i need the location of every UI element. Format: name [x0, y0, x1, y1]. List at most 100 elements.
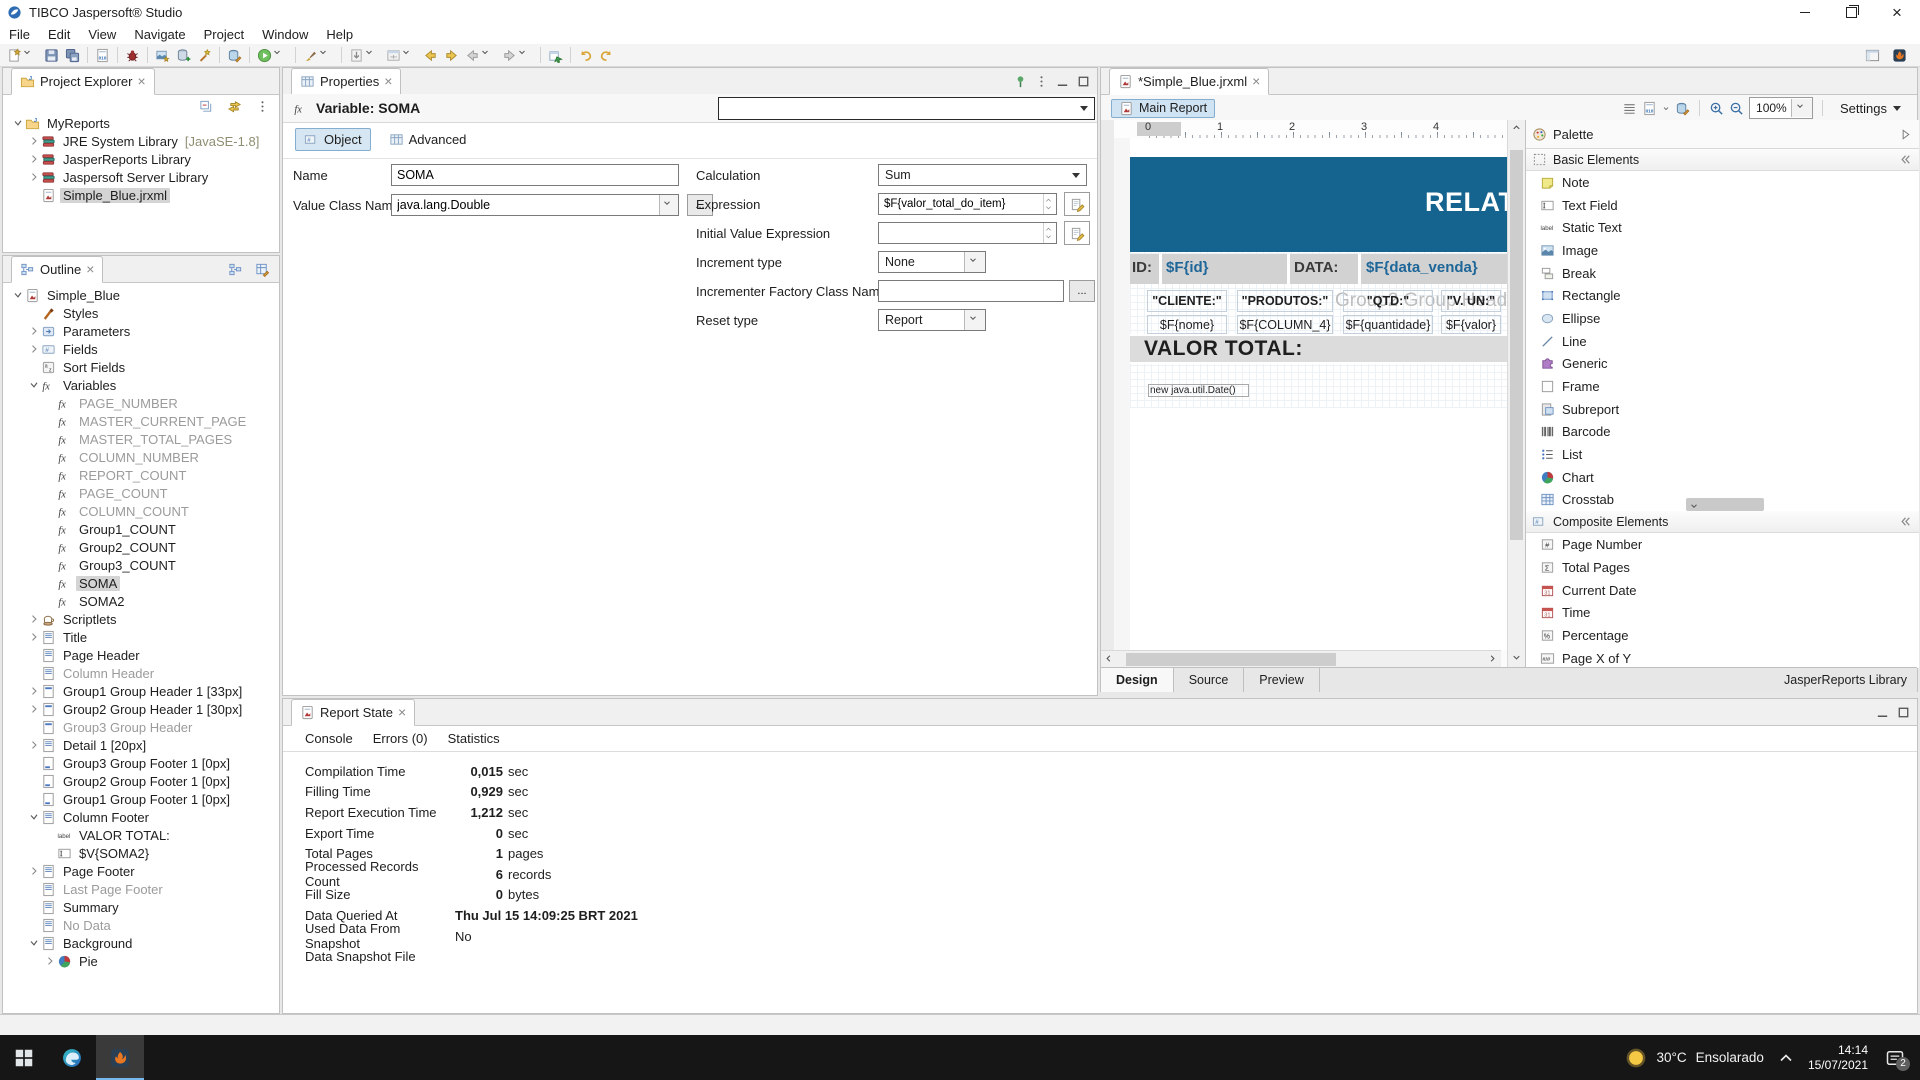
dropdown-arrow-icon[interactable]	[518, 48, 533, 63]
chevron-down-icon[interactable]	[964, 252, 985, 272]
tree-item-fields[interactable]: # Fields	[5, 340, 279, 358]
zoom-out-icon[interactable]	[1729, 101, 1744, 116]
expression-field[interactable]	[878, 193, 1057, 215]
dropdown-arrow-icon[interactable]	[481, 48, 496, 63]
initial-value-edit-button[interactable]	[1064, 221, 1090, 245]
expression-input[interactable]	[879, 194, 1043, 214]
close-tab-icon[interactable]	[86, 262, 94, 277]
menu-help[interactable]: Help	[317, 25, 362, 44]
tree-item-group2-group-footer-1-0px[interactable]: Group2 Group Footer 1 [0px]	[5, 772, 279, 790]
subtab-statistics[interactable]: Statistics	[448, 731, 500, 746]
expand-arrow-icon[interactable]	[27, 342, 41, 356]
palette-section-basic-elements[interactable]: Basic Elements	[1526, 149, 1919, 171]
save-button[interactable]	[41, 46, 62, 65]
run-button[interactable]	[254, 46, 291, 65]
menu-window[interactable]: Window	[253, 25, 317, 44]
value-class-combo[interactable]	[391, 194, 679, 216]
jss-button[interactable]	[1889, 46, 1910, 65]
dropdown-arrow-icon[interactable]	[319, 48, 334, 63]
breadcrumb-main-report[interactable]: Main Report	[1111, 98, 1216, 118]
tree-item-valor-total[interactable]: label VALOR TOTAL:	[5, 826, 279, 844]
tree-item-column-footer[interactable]: Column Footer	[5, 808, 279, 826]
spinner-up-icon[interactable]	[1044, 226, 1053, 233]
palette-item-generic[interactable]: Generic	[1526, 353, 1919, 376]
tree-item-jaspersoft-server-library[interactable]: Jaspersoft Server Library	[5, 168, 279, 186]
tab-design[interactable]: Design	[1101, 668, 1174, 692]
palette-item-current-date[interactable]: 31 Current Date	[1526, 579, 1919, 602]
expand-arrow-icon[interactable]	[27, 152, 41, 166]
horizontal-scroll-thumb[interactable]	[1126, 653, 1336, 666]
tree-item-last-page-footer[interactable]: Last Page Footer	[5, 880, 279, 898]
expression-edit-button[interactable]	[1064, 192, 1090, 216]
notification-button[interactable]: 2	[1882, 1045, 1910, 1071]
menu-edit[interactable]: Edit	[39, 25, 79, 44]
initial-value-field[interactable]	[878, 222, 1057, 244]
new-report-button[interactable]	[4, 46, 41, 65]
close-tab-icon[interactable]	[1252, 74, 1260, 89]
dropdown-arrow-icon[interactable]	[23, 48, 38, 63]
scroll-up-icon[interactable]	[1509, 120, 1525, 136]
dropdown-arrow-icon[interactable]	[365, 48, 380, 63]
minimize-view-icon[interactable]	[1875, 705, 1890, 720]
close-button[interactable]	[1874, 0, 1920, 24]
close-tab-icon[interactable]	[384, 74, 392, 89]
value-class-input[interactable]	[392, 195, 660, 215]
dataset-icon[interactable]	[1675, 101, 1690, 116]
tree-item-column-header[interactable]: Column Header	[5, 664, 279, 682]
arrow-left-gold-button[interactable]	[420, 46, 441, 65]
zoom-level-select[interactable]: 100%	[1749, 97, 1814, 119]
tree-item-page-header[interactable]: Page Header	[5, 646, 279, 664]
expand-arrow-icon[interactable]	[27, 324, 41, 338]
detail-field-cell[interactable]: $F{COLUMN_4}	[1237, 315, 1333, 334]
column-footer-band[interactable]: VALOR TOTAL:	[1130, 334, 1507, 364]
tree-item-master-current-page[interactable]: fx MASTER_CURRENT_PAGE	[5, 412, 279, 430]
collapse-arrow-icon[interactable]	[27, 378, 41, 392]
redo-button[interactable]	[596, 46, 617, 65]
palette-item-break[interactable]: Break	[1526, 262, 1919, 285]
settings-button[interactable]: Settings	[1832, 99, 1909, 118]
tree-item-soma[interactable]: fx SOMA	[5, 574, 279, 592]
tree-item-styles[interactable]: Styles	[5, 304, 279, 322]
tree-item-group3-group-footer-1-0px[interactable]: Group3 Group Footer 1 [0px]	[5, 754, 279, 772]
combo-dropdown-icon[interactable]	[1080, 106, 1088, 111]
expand-arrow-icon[interactable]	[27, 170, 41, 184]
tree-item-detail-1-20px[interactable]: Detail 1 [20px]	[5, 736, 279, 754]
collapse-palette-icon[interactable]	[1898, 127, 1913, 142]
vertical-scroll-thumb[interactable]	[1510, 150, 1523, 540]
incrementer-browse-button[interactable]: ...	[1069, 280, 1095, 302]
tree-item-report-count[interactable]: fx REPORT_COUNT	[5, 466, 279, 484]
collapse-arrow-icon[interactable]	[27, 936, 41, 950]
horizontal-scrollbar[interactable]	[1101, 650, 1501, 668]
column-header-cell[interactable]: "CLIENTE:"	[1147, 290, 1227, 312]
collapse-section-icon[interactable]	[1898, 514, 1913, 529]
minimize-button[interactable]	[1782, 0, 1828, 24]
increment-type-select[interactable]: None	[878, 251, 986, 273]
palette-item-rectangle[interactable]: Rectangle	[1526, 284, 1919, 307]
dropdown-arrow-icon[interactable]	[402, 48, 417, 63]
tree-item-group3-group-header[interactable]: Group3 Group Header	[5, 718, 279, 736]
tree-item-myreports[interactable]: J MyReports	[5, 114, 279, 132]
tree-item-page-count[interactable]: fx PAGE_COUNT	[5, 484, 279, 502]
undo-button[interactable]	[575, 46, 596, 65]
tab-source[interactable]: Source	[1173, 668, 1245, 692]
restore-button[interactable]	[1828, 0, 1874, 24]
tab-advanced[interactable]: Advanced	[381, 128, 475, 151]
import-button[interactable]	[346, 46, 383, 65]
data-venda-field[interactable]: $F{data_venda}	[1366, 259, 1478, 276]
chevron-down-icon[interactable]	[659, 195, 678, 215]
ruler-margin-marker[interactable]	[1137, 122, 1181, 136]
palette-item-time[interactable]: 31 Time	[1526, 601, 1919, 624]
tree-item-simple-blue[interactable]: Simple_Blue	[5, 286, 279, 304]
tree-item-scriptlets[interactable]: Scriptlets	[5, 610, 279, 628]
tree-item-no-data[interactable]: No Data	[5, 916, 279, 934]
scroll-down-icon[interactable]	[1509, 650, 1525, 666]
palette-item-line[interactable]: Line	[1526, 330, 1919, 353]
column-header-cell[interactable]: "QTD:"	[1343, 290, 1433, 312]
scroll-left-icon[interactable]	[1101, 651, 1117, 667]
image-wizard-button[interactable]	[152, 46, 173, 65]
designer-button[interactable]	[252, 260, 273, 279]
valor-total-label[interactable]: VALOR TOTAL:	[1144, 337, 1303, 361]
compile-icon[interactable]: 010	[1642, 101, 1657, 116]
palette-section-composite-elements[interactable]: # Composite Elements	[1526, 511, 1919, 534]
close-tab-icon[interactable]	[137, 74, 145, 89]
